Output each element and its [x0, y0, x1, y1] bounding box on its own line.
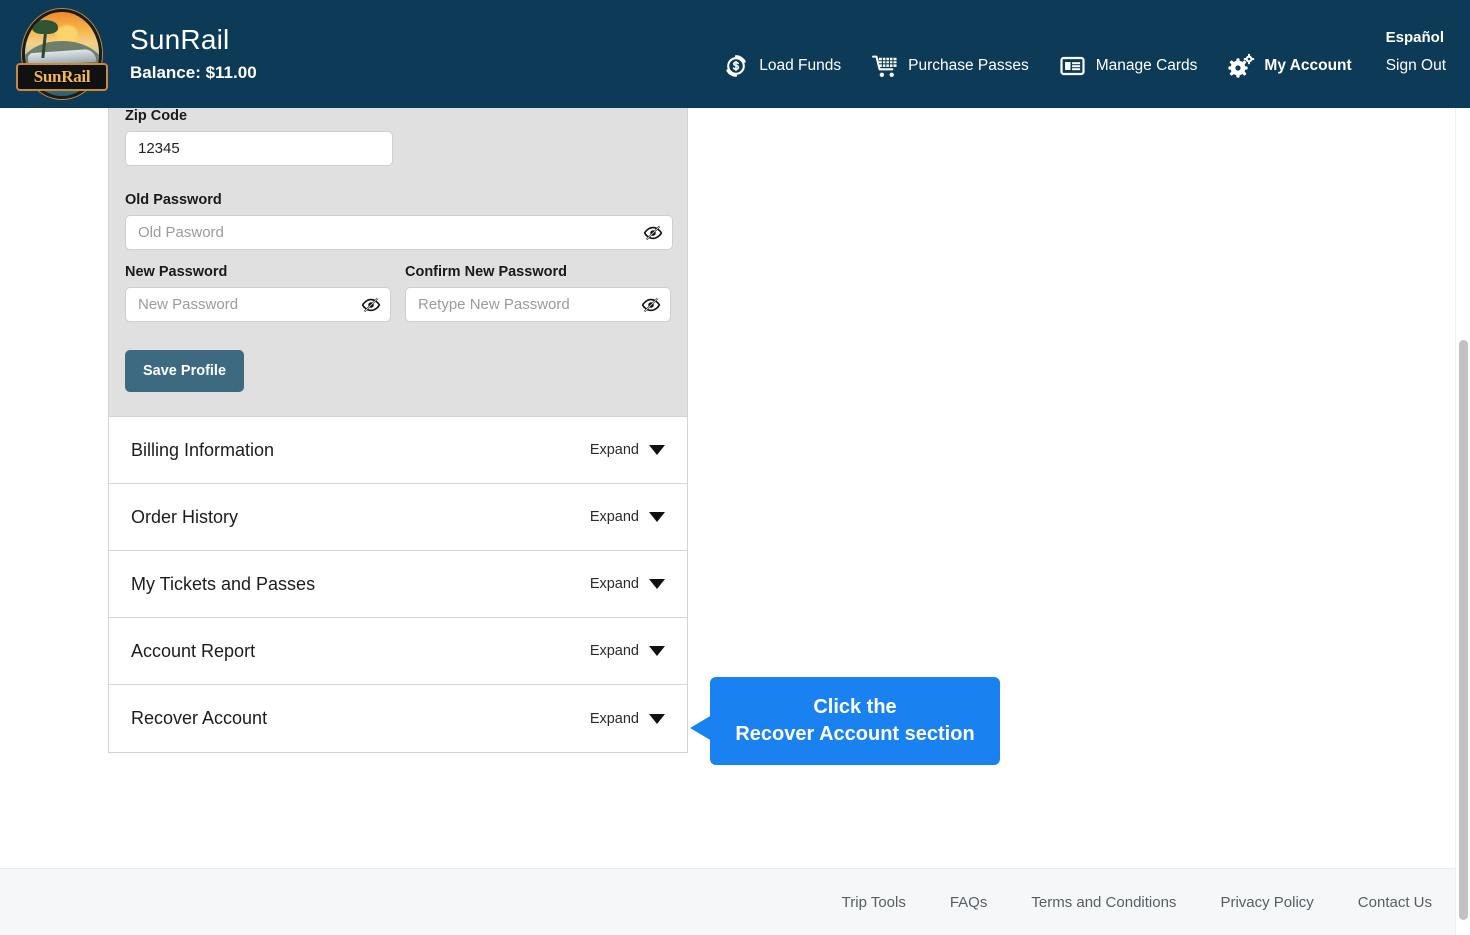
new-password-label: New Password — [125, 264, 228, 280]
new-password-field-group: New Password — [125, 264, 391, 322]
nav-label: My Account — [1264, 57, 1352, 74]
accordion-expand-control[interactable]: Expand — [590, 576, 665, 592]
logo-palm-tree — [32, 20, 60, 58]
accordion-section-title: Order History — [131, 506, 239, 527]
card-list-icon — [1059, 53, 1087, 79]
nav-item-manage-cards[interactable]: Manage Cards — [1059, 53, 1198, 79]
footer-link-privacy-policy[interactable]: Privacy Policy — [1220, 894, 1313, 911]
chevron-down-icon — [649, 646, 665, 656]
accordion-section-title: Billing Information — [131, 439, 275, 460]
callout-line-2: Recover Account section — [735, 723, 975, 745]
zip-code-label: Zip Code — [125, 108, 188, 124]
accordion-section-order-history[interactable]: Order History Expand — [109, 484, 687, 551]
accordion-expand-control[interactable]: Expand — [590, 643, 665, 659]
sign-out-link[interactable]: Sign Out — [1386, 57, 1446, 75]
main-navigation: Load Funds Purchase Passes Manage Cards … — [722, 53, 1446, 79]
page-scrollbar-thumb[interactable] — [1459, 340, 1468, 920]
load-funds-icon — [722, 53, 750, 79]
accordion-expand-label: Expand — [589, 442, 639, 458]
brand-text: SunRail Balance: $11.00 — [130, 24, 257, 83]
profile-form-pane: Zip Code Old Password — [108, 94, 688, 416]
toggle-old-password-visibility-button[interactable] — [642, 222, 664, 244]
instruction-callout: Click the Recover Account section — [690, 677, 1000, 765]
nav-item-purchase-passes[interactable]: Purchase Passes — [871, 53, 1029, 79]
footer-link-terms-and-conditions[interactable]: Terms and Conditions — [1031, 894, 1176, 911]
accordion-expand-label: Expand — [589, 576, 639, 592]
eye-off-icon — [643, 225, 663, 240]
chevron-down-icon — [649, 579, 665, 589]
chevron-down-icon — [649, 445, 665, 455]
page-body: Zip Code Old Password — [0, 0, 1470, 868]
confirm-password-label: Confirm New Password — [405, 264, 567, 280]
nav-label: Manage Cards — [1095, 57, 1198, 74]
accordion-expand-control[interactable]: Expand — [590, 509, 665, 525]
footer-link-faqs[interactable]: FAQs — [950, 894, 988, 911]
old-password-field-group: Old Password — [125, 192, 673, 250]
callout-line-1: Click the — [813, 696, 897, 718]
site-footer: Trip Tools FAQs Terms and Conditions Pri… — [0, 868, 1458, 935]
save-profile-button[interactable]: Save Profile — [125, 350, 245, 392]
brand-block[interactable]: SunRail SunRail Balance: $11.00 — [0, 7, 257, 101]
account-card: Zip Code Old Password — [108, 94, 688, 753]
password-columns: New Password New Password Confirm New Pa… — [125, 264, 671, 322]
nav-item-load-funds[interactable]: Load Funds — [722, 53, 841, 79]
old-password-label: Old Password — [125, 192, 222, 208]
site-title: SunRail — [130, 24, 230, 56]
eye-off-icon — [641, 297, 661, 312]
language-toggle-link[interactable]: Español — [1386, 29, 1444, 46]
page-scrollbar-track[interactable] — [1455, 108, 1470, 935]
nav-label: Purchase Passes — [908, 57, 1029, 74]
new-password-input[interactable] — [125, 287, 391, 322]
nav-item-my-account[interactable]: My Account — [1227, 53, 1352, 79]
site-header: SunRail SunRail Balance: $11.00 Español — [0, 0, 1470, 108]
old-password-input[interactable] — [125, 215, 673, 250]
accordion-section-recover-account[interactable]: Recover Account Expand — [109, 685, 687, 752]
nav-label: Load Funds — [759, 57, 842, 74]
shopping-cart-icon — [871, 53, 899, 79]
confirm-password-field-group: Confirm New Password — [405, 264, 671, 322]
logo-nameplate-text: SunRail — [33, 67, 91, 86]
confirm-password-input[interactable] — [405, 287, 671, 322]
account-balance: Balance: $11.00 — [130, 62, 257, 82]
language-row: Español — [1386, 29, 1446, 47]
accordion-section-billing-information[interactable]: Billing Information Expand — [109, 417, 687, 484]
accordion-expand-control[interactable]: Expand — [590, 442, 665, 458]
accordion-section-title: Account Report — [131, 640, 256, 661]
chevron-down-icon — [649, 713, 665, 724]
gear-icon — [1227, 53, 1255, 79]
footer-link-trip-tools[interactable]: Trip Tools — [842, 894, 906, 911]
accordion-section-title: My Tickets and Passes — [131, 573, 316, 594]
accordion-section-my-tickets-and-passes[interactable]: My Tickets and Passes Expand — [109, 551, 687, 618]
sunrail-logo-icon[interactable]: SunRail — [16, 7, 108, 101]
logo-nameplate: SunRail — [16, 63, 108, 91]
accordion-expand-label: Expand — [589, 509, 639, 525]
accordion-section-account-report[interactable]: Account Report Expand — [109, 618, 687, 685]
chevron-down-icon — [649, 512, 665, 522]
footer-link-contact-us[interactable]: Contact Us — [1358, 894, 1432, 911]
account-sections-accordion: Billing Information Expand Order History… — [108, 416, 688, 753]
toggle-confirm-password-visibility-button[interactable] — [640, 294, 662, 316]
eye-off-icon — [361, 297, 381, 312]
header-right-cluster: Español Load Funds Purchase Passes Manag… — [722, 0, 1470, 108]
zip-code-input[interactable] — [125, 131, 393, 166]
accordion-expand-control[interactable]: Expand — [590, 711, 665, 727]
toggle-new-password-visibility-button[interactable] — [360, 294, 382, 316]
accordion-expand-label: Expand — [589, 643, 639, 659]
accordion-expand-label: Expand — [589, 710, 639, 727]
zip-code-field-group: Zip Code — [125, 108, 671, 166]
accordion-section-title: Recover Account — [131, 708, 268, 728]
